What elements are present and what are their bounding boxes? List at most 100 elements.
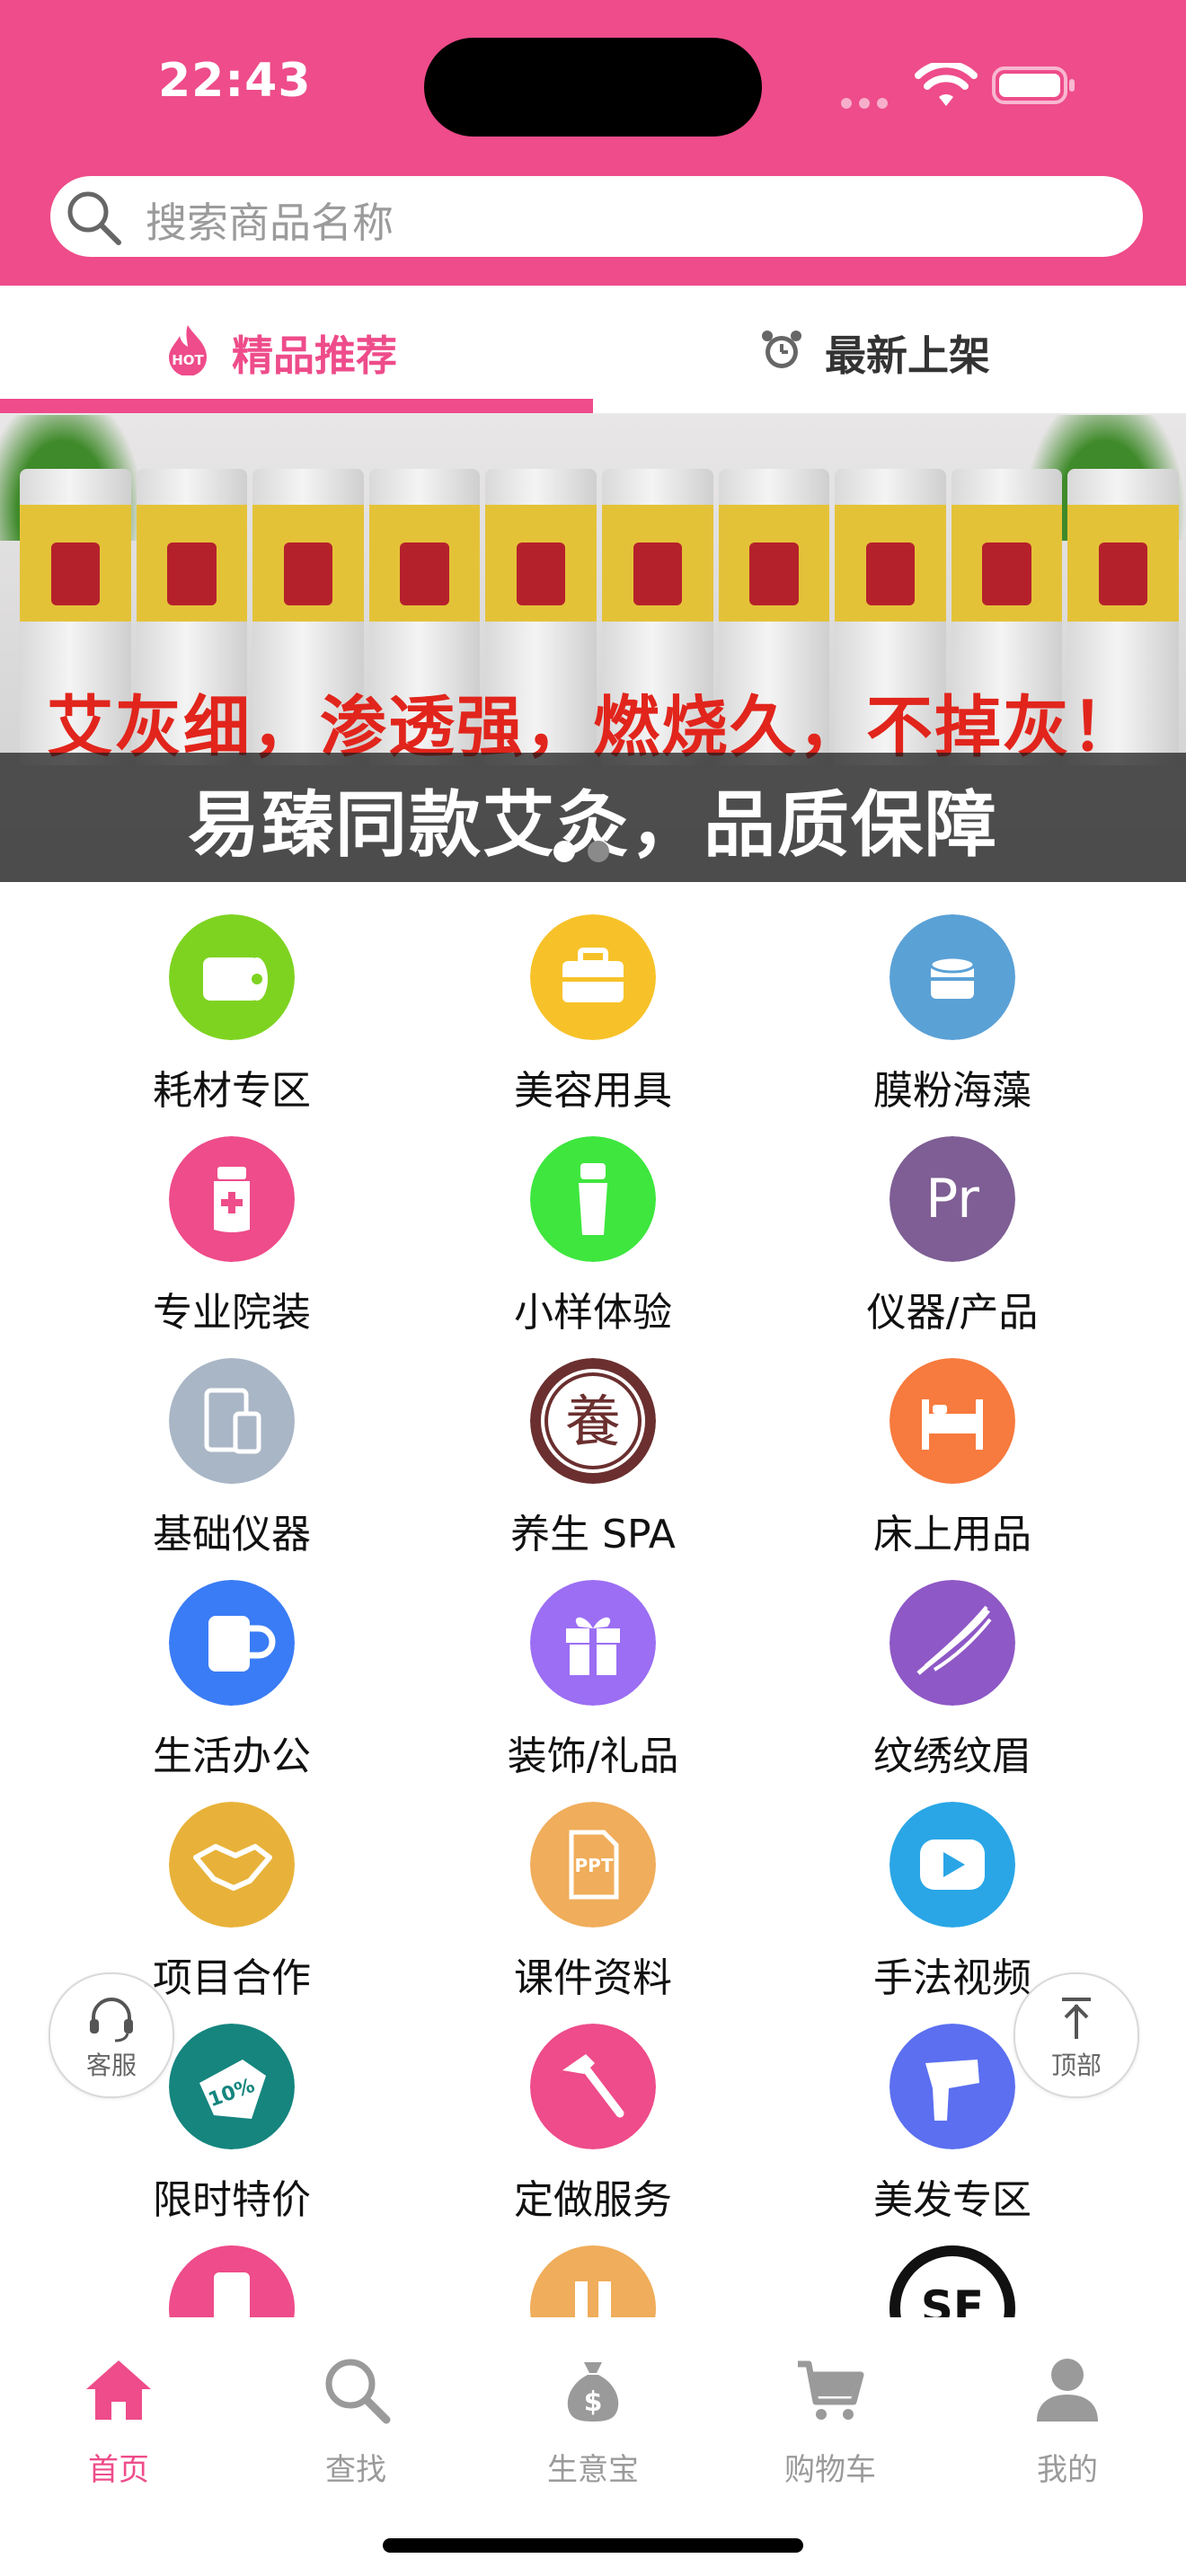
discount-tag-icon: 10% bbox=[169, 2024, 295, 2149]
category-label: 专业院装 bbox=[153, 1290, 311, 1336]
hot-icon: HOT bbox=[169, 325, 207, 375]
status-time: 22:43 bbox=[158, 54, 312, 108]
category-partial-item[interactable]: SF bbox=[890, 2245, 1015, 2317]
customer-service-button[interactable]: 客服 bbox=[49, 1972, 174, 2098]
jar-icon bbox=[890, 914, 1015, 1040]
category-label: 装饰/礼品 bbox=[507, 1734, 679, 1779]
nav-search[interactable]: 查找 bbox=[237, 2330, 474, 2492]
headset-icon bbox=[90, 1998, 133, 2042]
category-label: 基础仪器 bbox=[153, 1512, 311, 1557]
battery-icon bbox=[992, 66, 1075, 104]
category-bedding[interactable]: 床上用品 bbox=[818, 1358, 1087, 1579]
category-label: 耗材专区 bbox=[153, 1068, 311, 1114]
sample-tube-icon bbox=[530, 1136, 656, 1262]
pr-icon: Pr bbox=[890, 1136, 1015, 1262]
hair-dryer-icon bbox=[890, 2024, 1015, 2149]
devices-icon bbox=[169, 1358, 295, 1484]
search-icon bbox=[67, 191, 121, 245]
category-custom-service[interactable]: 定做服务 bbox=[458, 2024, 728, 2245]
banner-pager[interactable] bbox=[553, 841, 622, 866]
nav-profile[interactable]: 我的 bbox=[949, 2330, 1186, 2492]
money-bag-icon: $ bbox=[567, 2362, 619, 2422]
svg-text:PPT: PPT bbox=[575, 1855, 614, 1876]
category-partial-item[interactable] bbox=[530, 2245, 656, 2317]
tissue-roll-icon bbox=[169, 914, 295, 1040]
handshake-icon bbox=[169, 1802, 295, 1928]
customer-service-label: 客服 bbox=[85, 2051, 137, 2080]
category-mask-powder[interactable]: 膜粉海藻 bbox=[818, 914, 1087, 1135]
wifi-icon bbox=[915, 63, 978, 106]
promo-banner[interactable]: 艾灰细，渗透强，燃烧久，不掉灰！ 易臻同款艾灸，品质保障 bbox=[0, 415, 1186, 882]
cosmetics-icon bbox=[169, 2245, 295, 2317]
dynamic-island bbox=[424, 38, 762, 137]
toolbox-icon bbox=[530, 914, 656, 1040]
category-beauty-tools[interactable]: 美容用具 bbox=[458, 914, 728, 1135]
svg-text:SF: SF bbox=[921, 2281, 984, 2317]
category-courseware[interactable]: PPT 课件资料 bbox=[458, 1802, 728, 2023]
nav-label: 生意宝 bbox=[547, 2452, 639, 2488]
tab-featured[interactable]: HOT 精品推荐 bbox=[0, 286, 593, 413]
svg-text:養: 養 bbox=[565, 1389, 621, 1454]
yang-seal-icon: 養 bbox=[530, 1358, 656, 1484]
bed-icon bbox=[890, 1358, 1015, 1484]
hammer-icon bbox=[530, 2024, 656, 2149]
ppt-icon: PPT bbox=[530, 1802, 656, 1928]
svg-text:HOT: HOT bbox=[172, 352, 204, 368]
category-professional-pack[interactable]: 专业院装 bbox=[97, 1136, 367, 1357]
tab-label: 最新上架 bbox=[825, 331, 990, 380]
nav-label: 查找 bbox=[325, 2452, 386, 2488]
medicine-bottle-icon bbox=[169, 1136, 295, 1262]
nav-label: 购物车 bbox=[784, 2452, 876, 2488]
back-to-top-button[interactable]: 顶部 bbox=[1013, 1972, 1139, 2098]
candle-icon bbox=[530, 2245, 656, 2317]
back-to-top-label: 顶部 bbox=[1050, 2051, 1102, 2080]
category-label: 定做服务 bbox=[514, 2177, 672, 2223]
arrow-up-icon bbox=[1062, 1998, 1091, 2039]
category-decor-gifts[interactable]: 装饰/礼品 bbox=[458, 1580, 728, 1801]
sf-express-icon: SF bbox=[890, 2245, 1015, 2317]
gift-icon bbox=[530, 1580, 656, 1706]
category-label: 限时特价 bbox=[153, 2177, 311, 2223]
cart-icon bbox=[798, 2360, 864, 2420]
tab-active-indicator bbox=[0, 399, 593, 413]
feather-icon bbox=[890, 1580, 1015, 1706]
category-consumables[interactable]: 耗材专区 bbox=[97, 914, 367, 1135]
category-instruments-products[interactable]: Pr 仪器/产品 bbox=[818, 1136, 1087, 1357]
search-icon bbox=[325, 2359, 391, 2424]
home-icon bbox=[86, 2360, 151, 2420]
category-embroidery-brows[interactable]: 纹绣纹眉 bbox=[818, 1580, 1087, 1801]
category-label: 纹绣纹眉 bbox=[873, 1734, 1031, 1779]
mug-icon bbox=[169, 1580, 295, 1706]
category-label: 床上用品 bbox=[873, 1512, 1031, 1557]
pager-dot-active[interactable] bbox=[553, 841, 575, 862]
category-label: 课件资料 bbox=[514, 1955, 672, 2001]
category-label: 小样体验 bbox=[514, 1290, 672, 1336]
category-life-office[interactable]: 生活办公 bbox=[97, 1580, 367, 1801]
category-label: 生活办公 bbox=[153, 1734, 311, 1779]
nav-cart[interactable]: 购物车 bbox=[712, 2330, 949, 2492]
category-label: 仪器/产品 bbox=[866, 1290, 1039, 1336]
signal-dots-icon bbox=[841, 95, 895, 112]
category-spa[interactable]: 養 养生 SPA bbox=[458, 1358, 728, 1579]
category-samples[interactable]: 小样体验 bbox=[458, 1136, 728, 1357]
tab-label: 精品推荐 bbox=[232, 331, 397, 380]
nav-label: 首页 bbox=[88, 2452, 149, 2488]
tab-new-arrivals[interactable]: 最新上架 bbox=[593, 286, 1186, 413]
category-label: 膜粉海藻 bbox=[873, 1068, 1031, 1114]
clock-icon bbox=[762, 331, 801, 368]
nav-business[interactable]: $ 生意宝 bbox=[474, 2330, 712, 2492]
category-partial-item[interactable] bbox=[169, 2245, 295, 2317]
category-basic-instruments[interactable]: 基础仪器 bbox=[97, 1358, 367, 1579]
home-indicator[interactable] bbox=[383, 2538, 803, 2553]
search-input[interactable]: 搜索商品名称 bbox=[146, 190, 394, 250]
category-label: 美发专区 bbox=[873, 2177, 1031, 2223]
nav-home[interactable]: 首页 bbox=[0, 2330, 237, 2492]
svg-text:Pr: Pr bbox=[925, 1168, 979, 1231]
svg-text:$: $ bbox=[584, 2386, 603, 2418]
category-label: 美容用具 bbox=[514, 1068, 672, 1114]
nav-label: 我的 bbox=[1037, 2452, 1098, 2488]
pager-dot[interactable] bbox=[588, 841, 609, 862]
play-icon bbox=[890, 1802, 1015, 1928]
user-icon bbox=[1037, 2359, 1098, 2422]
category-label: 养生 SPA bbox=[510, 1512, 676, 1557]
